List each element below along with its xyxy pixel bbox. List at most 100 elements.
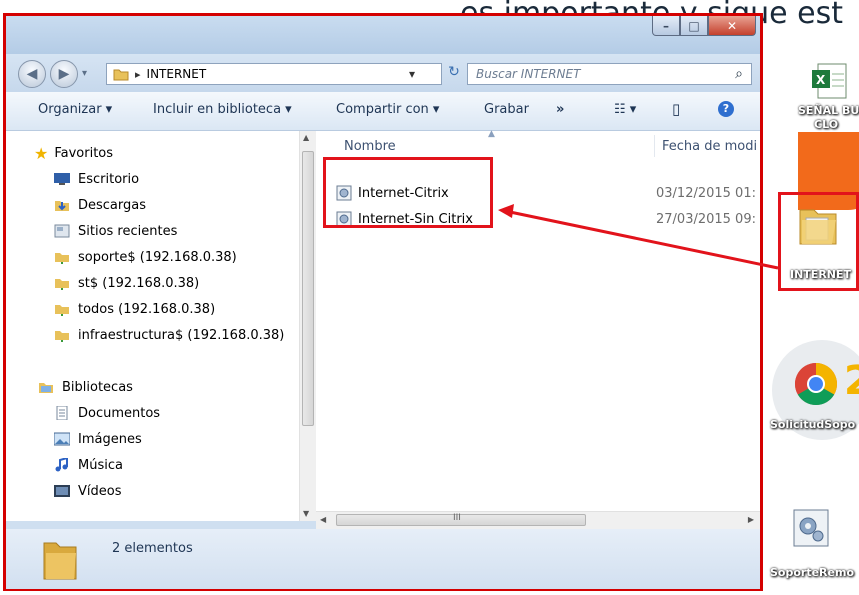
include-in-library-button[interactable]: Incluir en biblioteca ▾ <box>153 102 292 117</box>
nav-libraries[interactable]: Bibliotecas <box>38 375 133 399</box>
column-header-name[interactable]: Nombre <box>344 139 396 154</box>
nav-scrollbar[interactable]: ▲ ▼ <box>299 131 316 521</box>
forward-button[interactable]: ▶ <box>50 60 78 88</box>
folder-icon <box>113 69 129 81</box>
documents-icon <box>56 406 68 420</box>
network-folder-icon <box>55 305 69 316</box>
nav-item-sitios-recientes[interactable]: Sitios recientes <box>54 219 177 243</box>
network-folder-icon <box>55 331 69 342</box>
nav-favorites[interactable]: ★ Favoritos <box>34 141 113 165</box>
maximize-button[interactable]: □ <box>680 16 708 36</box>
back-button[interactable]: ◀ <box>18 60 46 88</box>
command-bar: Organizar ▾ Incluir en biblioteca ▾ Comp… <box>6 92 760 131</box>
nav-item-videos[interactable]: Vídeos <box>54 479 121 503</box>
folder-icon <box>43 542 77 580</box>
address-bar[interactable]: ▸ INTERNET ▾ <box>106 63 442 85</box>
column-header-date[interactable]: Fecha de modi <box>662 139 757 154</box>
scrollbar-thumb[interactable] <box>302 151 314 426</box>
desktop-icon-solicitud[interactable]: 2 SolicitudSopo <box>768 340 859 440</box>
refresh-button[interactable]: ↻ <box>444 64 464 84</box>
libraries-icon <box>39 383 53 393</box>
more-commands-button[interactable]: » <box>556 102 564 117</box>
desktop-icon-label: SoporteRemo <box>770 566 855 579</box>
scroll-down-icon[interactable]: ▼ <box>303 509 309 518</box>
file-list-hscrollbar[interactable]: ◀ III ▶ <box>316 511 760 529</box>
nav-item-descargas[interactable]: Descargas <box>54 193 146 217</box>
scroll-up-icon[interactable]: ▲ <box>303 133 309 142</box>
nav-label: Vídeos <box>78 483 122 499</box>
navigation-pane: ★ Favoritos Escritorio Descargas Sitios … <box>6 131 316 521</box>
change-view-button[interactable]: ☷ ▾ <box>614 102 636 117</box>
nav-label: st$ (192.168.0.38) <box>78 275 200 291</box>
search-input[interactable]: Buscar INTERNET ⌕ <box>467 63 752 85</box>
organize-button[interactable]: Organizar ▾ <box>38 102 112 117</box>
nav-item-imagenes[interactable]: Imágenes <box>54 427 142 451</box>
breadcrumb-internet[interactable]: INTERNET <box>147 67 207 81</box>
nav-label: infraestructura$ (192.168.0.38) <box>78 327 285 343</box>
scrollbar-grip: III <box>453 513 461 523</box>
nav-item-infraestructura[interactable]: infraestructura$ (192.168.0.38) <box>54 323 284 347</box>
network-folder-icon <box>55 253 69 264</box>
file-date: 03/12/2015 01: <box>656 186 756 201</box>
chrome-icon <box>794 363 838 406</box>
explorer-window: – □ ✕ ◀ ▶ ▾ ▸ INTERNET ▾ ↻ Buscar INTERN… <box>3 13 763 591</box>
videos-icon <box>54 485 70 497</box>
highlight-box-desktop-folder <box>778 192 859 291</box>
star-icon: ★ <box>34 143 49 163</box>
music-icon <box>55 458 68 472</box>
address-row: ◀ ▶ ▾ ▸ INTERNET ▾ ↻ Buscar INTERNET ⌕ <box>6 54 760 92</box>
search-placeholder: Buscar INTERNET <box>476 67 581 81</box>
nav-item-st[interactable]: st$ (192.168.0.38) <box>54 271 199 295</box>
remote-support-icon <box>793 509 829 547</box>
desktop: X SEÑAL BUN CLO INTERNET 2 SolicitudSopo <box>768 40 859 595</box>
desktop-icon-soporte-remoto[interactable]: SoporteRemo <box>768 500 859 580</box>
nav-item-musica[interactable]: Música <box>54 453 123 477</box>
burn-button[interactable]: Grabar <box>484 102 529 117</box>
desktop-icon <box>54 173 70 185</box>
nav-label: Bibliotecas <box>62 379 133 395</box>
desktop-icon-excel[interactable]: X SEÑAL BUN CLO <box>786 60 859 210</box>
sort-ascending-icon: ▲ <box>488 129 495 139</box>
preview-pane-button[interactable]: ▯ <box>672 100 680 118</box>
share-with-button[interactable]: Compartir con ▾ <box>336 102 439 117</box>
nav-item-todos[interactable]: todos (192.168.0.38) <box>54 297 215 321</box>
excel-icon: X <box>812 63 847 99</box>
svg-text:X: X <box>816 73 826 87</box>
item-count: 2 elementos <box>112 541 193 556</box>
desktop-icon-label: CLO <box>814 118 839 131</box>
minimize-button[interactable]: – <box>652 16 680 36</box>
recent-places-icon <box>54 224 70 238</box>
nav-item-documentos[interactable]: Documentos <box>54 401 160 425</box>
network-folder-icon <box>55 279 69 290</box>
nav-label: Escritorio <box>78 171 140 187</box>
file-date: 27/03/2015 09: <box>656 212 756 227</box>
nav-label: Sitios recientes <box>78 223 178 239</box>
address-dropdown-icon[interactable]: ▾ <box>409 67 415 81</box>
column-divider[interactable] <box>654 135 655 157</box>
title-bar[interactable]: – □ ✕ <box>6 16 760 54</box>
nav-label: todos (192.168.0.38) <box>78 301 216 317</box>
nav-label: Música <box>78 457 123 473</box>
close-button[interactable]: ✕ <box>708 16 756 36</box>
pictures-icon <box>54 432 70 446</box>
scroll-right-icon[interactable]: ▶ <box>748 515 754 524</box>
highlight-box-files <box>323 157 493 228</box>
nav-label: soporte$ (192.168.0.38) <box>78 249 237 265</box>
nav-label: Documentos <box>78 405 161 421</box>
nav-item-soporte[interactable]: soporte$ (192.168.0.38) <box>54 245 237 269</box>
scrollbar-thumb[interactable]: III <box>336 513 586 526</box>
search-icon[interactable]: ⌕ <box>735 66 743 82</box>
nav-item-escritorio[interactable]: Escritorio <box>54 167 139 191</box>
window-controls: – □ ✕ <box>652 16 756 38</box>
breadcrumb-separator[interactable]: ▸ <box>135 68 141 81</box>
downloads-icon <box>55 201 69 211</box>
details-pane: 2 elementos <box>6 529 760 589</box>
desktop-icon-label: SEÑAL BUN <box>798 104 859 117</box>
nav-label: Imágenes <box>78 431 142 447</box>
nav-label: Descargas <box>78 197 147 213</box>
desktop-icon-label: SolicitudSopo <box>770 418 856 431</box>
recent-pages-dropdown[interactable]: ▾ <box>82 68 87 79</box>
scroll-left-icon[interactable]: ◀ <box>320 515 326 524</box>
help-button[interactable]: ? <box>718 101 734 117</box>
nav-label: Favoritos <box>54 145 114 161</box>
